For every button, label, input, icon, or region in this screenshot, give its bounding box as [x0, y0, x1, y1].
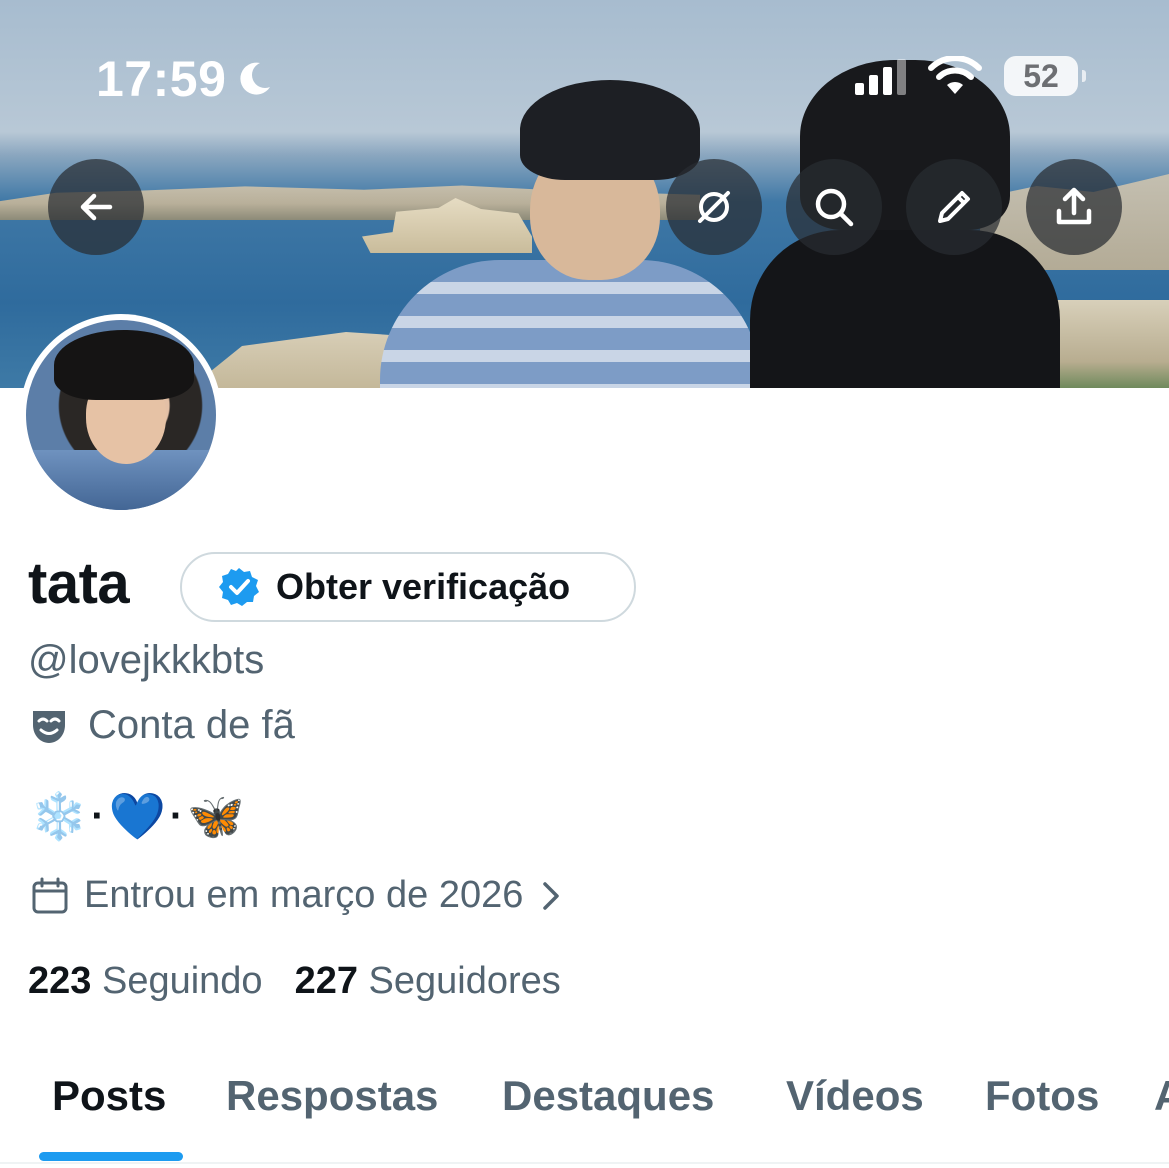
tab-photos[interactable]: Fotos: [985, 1072, 1099, 1120]
theater-mask-icon: [33, 710, 65, 743]
edit-button[interactable]: [906, 159, 1002, 255]
banner-person-black-jacket: [750, 230, 1060, 388]
bio-emoji-blue-heart: 💙: [108, 789, 166, 842]
bio-separator: ·: [91, 793, 105, 838]
status-time-text: 17:59: [96, 51, 227, 107]
chevron-right-icon: [543, 881, 560, 910]
moon-icon: [240, 62, 271, 95]
battery-icon: 52: [1004, 56, 1086, 96]
followers-label: Seguidores: [368, 960, 561, 1002]
get-verified-label: Obter verificação: [276, 566, 571, 607]
followers-count: 227: [294, 960, 358, 1002]
profile-bio: ❄️ · 💙 · 🦋: [30, 786, 245, 846]
professional-category: Conta de fã: [28, 703, 295, 748]
bio-separator: ·: [169, 793, 184, 838]
get-verified-button[interactable]: Obter verificação: [180, 552, 636, 622]
bio-emoji-snowflake: ❄️: [30, 789, 88, 842]
battery-level: 52: [1023, 57, 1059, 94]
join-date[interactable]: Entrou em março de 2026: [30, 874, 563, 917]
grok-icon: [698, 191, 730, 223]
following-count: 223: [28, 960, 92, 1002]
back-arrow-icon: [80, 193, 113, 221]
following-link[interactable]: 223 Seguindo: [28, 960, 263, 1003]
tab-posts[interactable]: Posts: [52, 1072, 166, 1120]
calendar-icon: [32, 877, 68, 913]
tab-articles[interactable]: A: [1154, 1072, 1169, 1120]
tab-highlights[interactable]: Destaques: [502, 1072, 714, 1120]
back-button[interactable]: [48, 159, 144, 255]
wifi-icon: [928, 56, 982, 94]
followers-link[interactable]: 227 Seguidores: [295, 960, 561, 1003]
status-bar-time: 17:59: [96, 50, 274, 108]
profile-handle: @lovejkkkbts: [28, 638, 265, 682]
active-tab-indicator: [39, 1152, 183, 1161]
grok-button[interactable]: [666, 159, 762, 255]
avatar-image: [26, 320, 216, 510]
share-icon: [1056, 187, 1092, 225]
verified-badge-icon: [219, 568, 259, 606]
banner-person-striped-shirt: [380, 260, 760, 388]
search-button[interactable]: [786, 159, 882, 255]
join-date-label: Entrou em março de 2026: [84, 874, 524, 916]
avatar[interactable]: [20, 314, 222, 516]
tabs-divider: [0, 1162, 1169, 1164]
cellular-signal-icon: [855, 57, 906, 95]
tab-replies[interactable]: Respostas: [226, 1072, 438, 1120]
bio-emoji-butterfly: 🦋: [187, 789, 245, 842]
tab-videos[interactable]: Vídeos: [786, 1072, 924, 1120]
banner-person-cap: [520, 80, 700, 180]
display-name: tata: [28, 551, 130, 616]
pencil-icon: [938, 191, 970, 223]
share-button[interactable]: [1026, 159, 1122, 255]
search-icon: [815, 188, 854, 227]
following-label: Seguindo: [101, 960, 263, 1002]
status-bar-right: 52: [855, 56, 1086, 96]
follow-stats: 223 Seguindo 227 Seguidores: [28, 960, 561, 1003]
avatar-hair: [54, 330, 194, 400]
category-label: Conta de fã: [88, 703, 295, 747]
